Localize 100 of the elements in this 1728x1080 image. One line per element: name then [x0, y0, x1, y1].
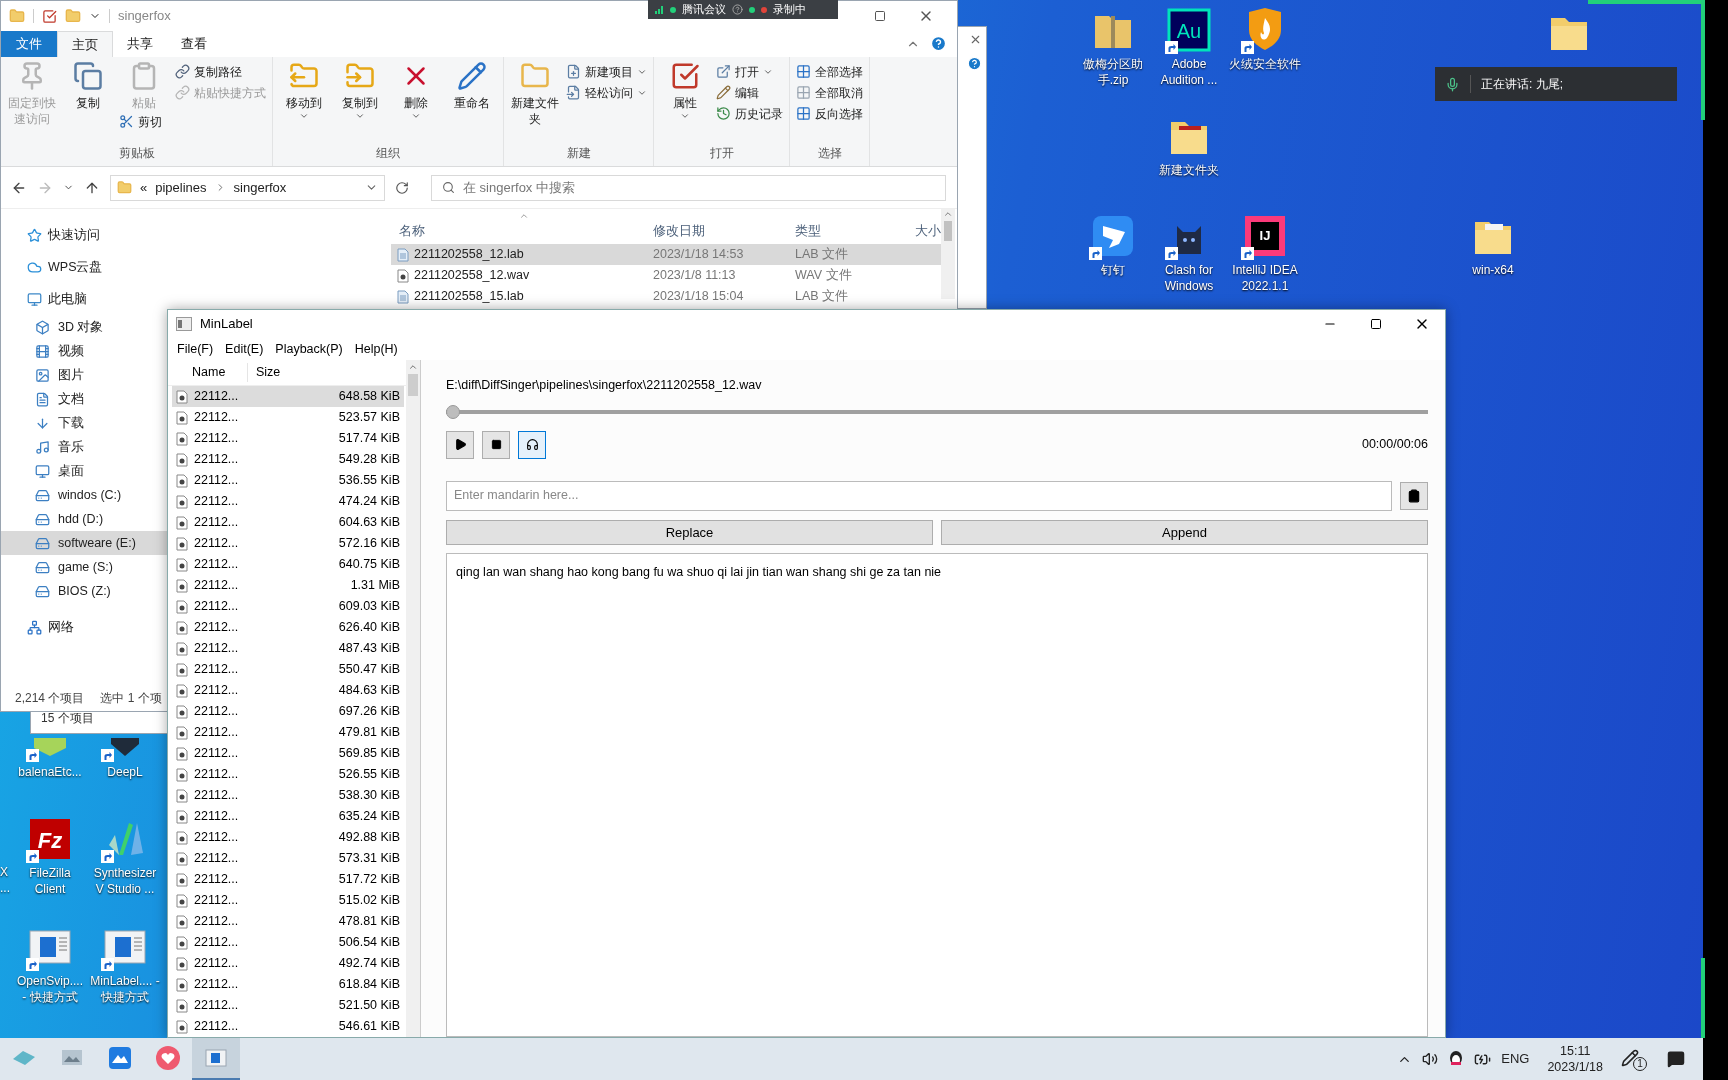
scrollbar-thumb[interactable] [408, 374, 418, 396]
file-row[interactable]: 22112... 640.75 KiB [172, 554, 404, 575]
text-input-field[interactable]: Enter mandarin here... [446, 480, 1392, 511]
file-row[interactable]: 22112... 538.30 KiB [172, 785, 404, 806]
search-field[interactable]: 在 singerfox 中搜索 [431, 174, 946, 201]
scroll-up-icon[interactable] [408, 362, 418, 372]
nav-item[interactable]: 此电脑 [1, 283, 167, 315]
paste-button[interactable] [1400, 481, 1428, 510]
file-row[interactable]: 22112... 635.24 KiB [172, 806, 404, 827]
ribbon-button[interactable]: 重命名 [447, 61, 497, 111]
cat-app-icon[interactable] [1177, 226, 1201, 254]
file-row[interactable]: 22112... 697.26 KiB [172, 701, 404, 722]
file-tab[interactable]: 文件 [1, 31, 57, 57]
properties-icon[interactable] [42, 8, 57, 24]
file-row[interactable]: 22112... 604.63 KiB [172, 512, 404, 533]
menu-item[interactable]: File(F) [172, 339, 219, 359]
desktop-icon-label[interactable]: Clash for Windows [1153, 262, 1225, 294]
slider-thumb[interactable] [446, 404, 460, 419]
shield-icon[interactable] [1249, 8, 1281, 50]
zip-folder-icon[interactable] [1095, 16, 1131, 48]
ribbon-tab[interactable]: 共享 [113, 31, 167, 57]
file-row[interactable]: 22112... 484.63 KiB [172, 680, 404, 701]
nav-item[interactable]: 图片 [1, 363, 167, 387]
menu-item[interactable]: Playback(P) [270, 339, 348, 359]
nav-item[interactable]: windos (C:) [1, 483, 167, 507]
file-row[interactable]: 22112... 573.31 KiB [172, 848, 404, 869]
penguin-icon[interactable] [1448, 1050, 1465, 1068]
menu-item[interactable]: Edit(E) [220, 339, 269, 359]
file-row[interactable]: 22112... 618.84 KiB [172, 974, 404, 995]
desktop-icon-label[interactable]: 傲梅分区助手.zip [1077, 56, 1149, 88]
file-row[interactable]: 22112... 517.72 KiB [172, 869, 404, 890]
app-logo-icon[interactable]: Au [1167, 8, 1211, 52]
column-header[interactable]: Size [248, 363, 281, 382]
nav-item[interactable]: 3D 对象 [1, 315, 167, 339]
nav-item[interactable]: 下载 [1, 411, 167, 435]
ribbon-button[interactable]: 新建项目 [566, 61, 647, 82]
file-row[interactable]: 22112... 609.03 KiB [172, 596, 404, 617]
folder-icon[interactable] [1475, 222, 1511, 254]
nav-item[interactable]: 快速访问 [1, 219, 167, 251]
window-app-icon[interactable] [104, 930, 146, 964]
nav-item[interactable]: hdd (D:) [1, 507, 167, 531]
file-row[interactable]: 22112... 549.28 KiB [172, 449, 404, 470]
stripes-app-icon[interactable] [109, 823, 143, 855]
column-header[interactable]: Name [168, 363, 248, 382]
file-row[interactable]: 22112... 569.85 KiB [172, 743, 404, 764]
language-indicator[interactable]: ENG [1501, 1049, 1530, 1069]
folder-icon[interactable] [1171, 122, 1207, 154]
file-row[interactable]: 22112... 474.24 KiB [172, 491, 404, 512]
file-row[interactable]: 2211202558_15.lab 2023/1/18 15:04 LAB 文件 [391, 286, 941, 307]
nav-item[interactable]: 文档 [1, 387, 167, 411]
ribbon-button[interactable]: 新建文件夹 [510, 61, 560, 127]
desktop-icon-label[interactable]: IntelliJ IDEA 2022.1.1 [1229, 262, 1301, 294]
ribbon-tab[interactable]: 查看 [167, 31, 221, 57]
ribbon-tab[interactable]: 主页 [57, 31, 113, 57]
desktop-icon-label[interactable]: 火绒安全软件 [1229, 56, 1301, 72]
file-row[interactable]: 22112... 526.55 KiB [172, 764, 404, 785]
file-row[interactable]: 22112... 479.81 KiB [172, 722, 404, 743]
action-button[interactable]: Replace [446, 519, 933, 545]
app-logo-icon[interactable]: IJ [1245, 216, 1285, 256]
file-row[interactable]: 2211202558_12.wav 2023/1/8 11:13 WAV 文件 [391, 265, 941, 286]
help-icon[interactable] [930, 35, 947, 52]
breadcrumb-item[interactable]: pipelines [155, 177, 207, 198]
column-header[interactable]: 大小 [915, 221, 945, 241]
scrollbar-thumb[interactable] [944, 221, 952, 241]
nav-item[interactable]: game (S:) [1, 555, 167, 579]
wing-app-icon[interactable] [1093, 216, 1133, 256]
breadcrumb-item[interactable]: singerfox [233, 177, 287, 198]
address-bar[interactable]: « pipelines singerfox [110, 174, 385, 201]
ribbon-button[interactable]: 轻松访问 [566, 82, 647, 103]
desktop-icon-label[interactable]: 钉钉 [1077, 262, 1149, 278]
pen-icon[interactable] [1621, 1049, 1639, 1067]
text-area[interactable]: qing lan wan shang hao kong bang fu wa shuo qi lai jin tian wan shang shi ge za tan nie [446, 552, 1428, 1037]
ribbon-button[interactable]: 属性 [660, 61, 710, 121]
nav-item[interactable]: WPS云盘 [1, 251, 167, 283]
file-row[interactable]: 22112... 515.02 KiB [172, 890, 404, 911]
file-row[interactable]: 22112... 506.54 KiB [172, 932, 404, 953]
ribbon-button[interactable]: 历史记录 [716, 103, 783, 124]
nav-item[interactable]: softweare (E:) [1, 531, 167, 555]
volume-icon[interactable] [1422, 1051, 1439, 1067]
ribbon-button[interactable]: 移动到 [279, 61, 329, 121]
action-button[interactable]: Append [941, 519, 1428, 545]
file-row[interactable]: 22112... 550.47 KiB [172, 659, 404, 680]
clock[interactable]: 15:11 2023/1/18 [1539, 1043, 1611, 1075]
file-row[interactable]: 22112... 523.57 KiB [172, 407, 404, 428]
file-row[interactable]: 22112... 626.40 KiB [172, 617, 404, 638]
close-icon[interactable] [969, 33, 982, 46]
window-app-icon[interactable] [29, 930, 71, 964]
breadcrumb-overflow[interactable]: « [140, 177, 148, 198]
nav-item[interactable]: 视频 [1, 339, 167, 363]
file-row[interactable]: 22112... 648.58 KiB [172, 386, 404, 407]
scrollbar[interactable] [406, 360, 420, 1037]
ribbon-button[interactable]: 打开 [716, 61, 773, 82]
app-logo-icon[interactable]: Fz [30, 819, 70, 859]
ribbon-button[interactable]: 删除 [391, 61, 441, 121]
file-row[interactable]: 22112... 517.74 KiB [172, 428, 404, 449]
ribbon-button[interactable]: 全部取消 [796, 82, 863, 103]
ribbon-button[interactable]: 反向选择 [796, 103, 863, 124]
file-row[interactable]: 22112... 572.16 KiB [172, 533, 404, 554]
file-row[interactable]: 22112... 487.43 KiB [172, 638, 404, 659]
help-icon[interactable] [967, 56, 982, 71]
